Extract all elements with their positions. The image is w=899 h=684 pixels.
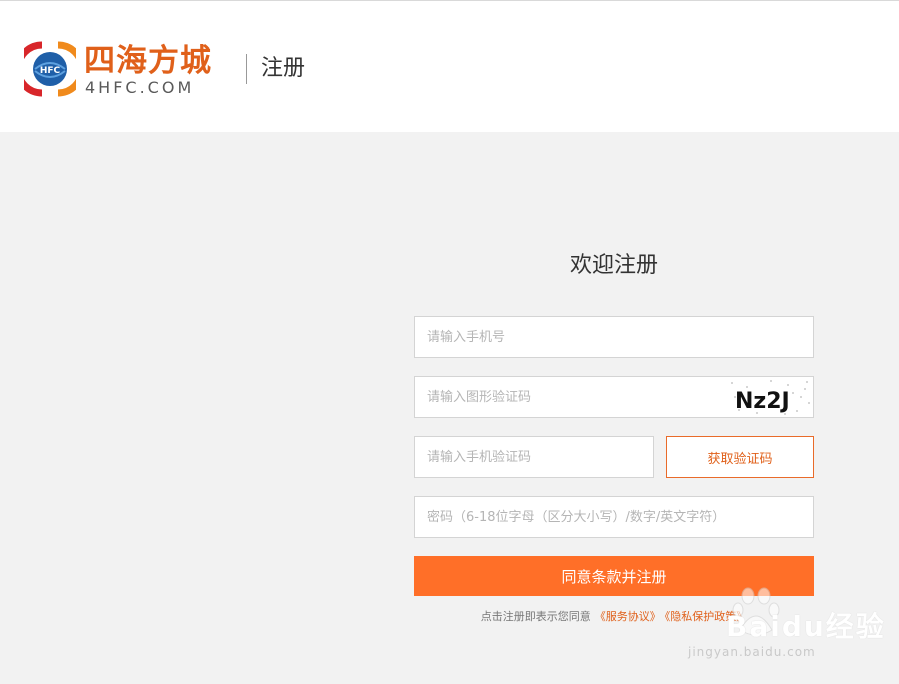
phone-field[interactable] xyxy=(414,316,814,358)
watermark-url: jingyan.baidu.com xyxy=(688,645,816,659)
captcha-image[interactable]: Nz2J xyxy=(727,377,813,417)
phone-input[interactable] xyxy=(415,317,813,357)
watermark-brand: Baidu经验 xyxy=(726,610,886,643)
terms-prefix: 点击注册即表示您同意 xyxy=(480,610,591,623)
hfc-logo-icon[interactable]: HFC xyxy=(14,41,86,97)
sms-code-field[interactable] xyxy=(414,436,654,478)
service-agreement-link[interactable]: 《服务协议》 xyxy=(595,610,661,623)
site-header: HFC 四海方城 4HFC.COM 注册 xyxy=(0,1,899,132)
password-input[interactable] xyxy=(415,497,813,537)
page-title: 注册 xyxy=(261,56,306,81)
form-title: 欢迎注册 xyxy=(569,253,658,278)
logo-domain-name[interactable]: 4HFC.COM xyxy=(85,79,194,97)
password-field[interactable] xyxy=(414,496,814,538)
header-divider xyxy=(246,54,247,84)
sms-code-input[interactable] xyxy=(415,437,653,477)
captcha-text: Nz2J xyxy=(735,389,790,414)
captcha-input[interactable] xyxy=(415,377,715,417)
logo-chinese-name[interactable]: 四海方城 xyxy=(84,41,212,81)
get-sms-code-button[interactable]: 获取验证码 xyxy=(666,436,814,478)
captcha-field[interactable]: Nz2J xyxy=(414,376,814,418)
logo-emblem-text: HFC xyxy=(40,66,61,76)
